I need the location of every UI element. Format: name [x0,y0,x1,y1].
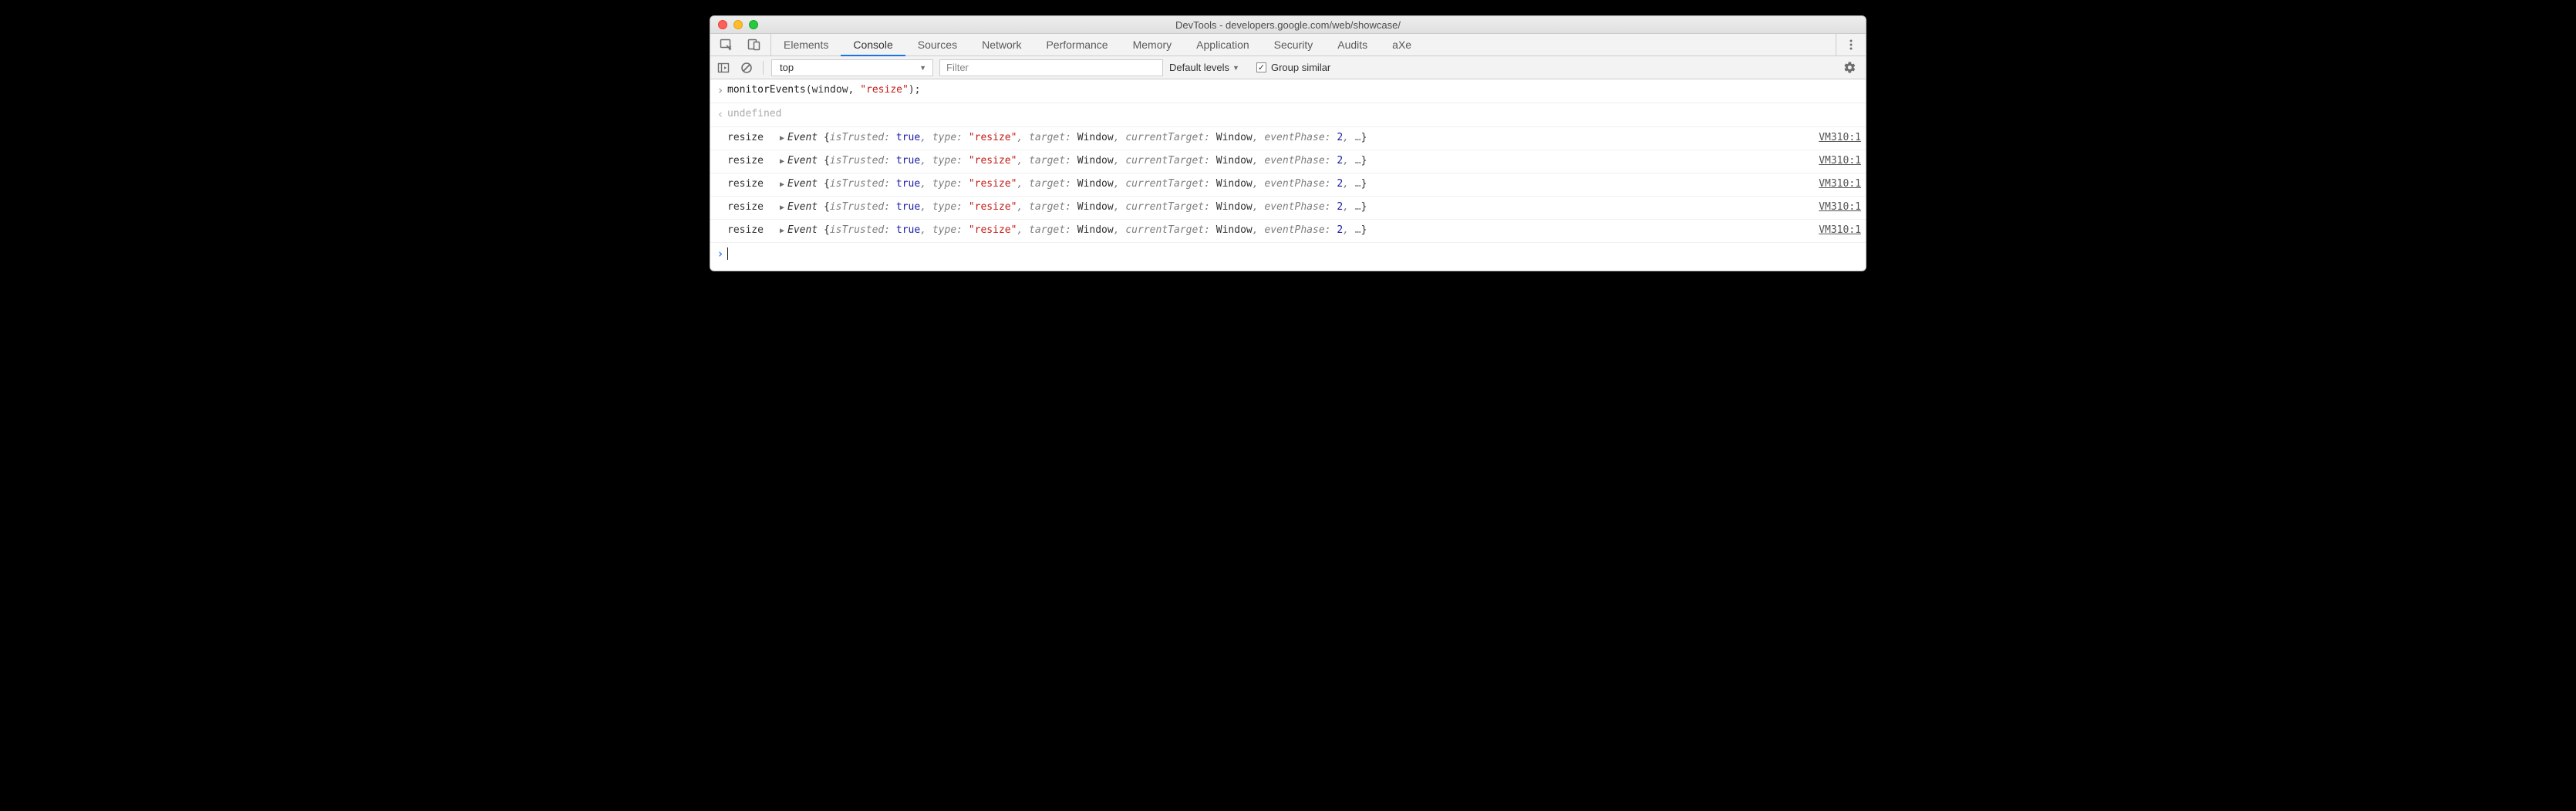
source-link[interactable]: VM310:1 [1819,153,1861,169]
console-log-row: resize▶Event {isTrusted: true, type: "re… [710,127,1866,150]
log-message[interactable]: resize▶Event {isTrusted: true, type: "re… [727,153,1809,170]
tab-application[interactable]: Application [1184,34,1262,56]
expand-object-icon[interactable]: ▶ [780,177,787,193]
panel-tabbar: ElementsConsoleSourcesNetworkPerformance… [710,34,1866,56]
group-similar-label: Group similar [1271,62,1330,73]
clear-console-icon[interactable] [738,59,755,76]
dropdown-triangle-icon: ▼ [1232,64,1239,72]
log-message[interactable]: resize▶Event {isTrusted: true, type: "re… [727,223,1809,239]
execution-context-select[interactable]: top ▼ [771,59,933,76]
filter-input[interactable] [939,59,1163,76]
console-return-value: undefined [710,103,1866,127]
traffic-lights [710,20,758,29]
console-log-row: resize▶Event {isTrusted: true, type: "re… [710,220,1866,243]
tab-console[interactable]: Console [841,34,905,56]
source-link[interactable]: VM310:1 [1819,223,1861,238]
prompt-marker-icon [713,246,727,263]
tab-network[interactable]: Network [969,34,1033,56]
tab-security[interactable]: Security [1262,34,1326,56]
group-similar-toggle[interactable]: ✓ Group similar [1256,62,1330,73]
tab-audits[interactable]: Audits [1325,34,1380,56]
console-log-row: resize▶Event {isTrusted: true, type: "re… [710,150,1866,173]
device-toolbar-icon[interactable] [746,36,763,53]
console-toolbar: top ▼ Default levels ▼ ✓ Group similar [710,56,1866,79]
more-options-icon[interactable] [1843,36,1860,53]
console-log-row: resize▶Event {isTrusted: true, type: "re… [710,173,1866,197]
zoom-window-button[interactable] [749,20,758,29]
expand-object-icon[interactable]: ▶ [780,131,787,146]
separator [763,61,764,75]
console-log-row: resize▶Event {isTrusted: true, type: "re… [710,197,1866,220]
log-message[interactable]: resize▶Event {isTrusted: true, type: "re… [727,177,1809,193]
console-input-echo: monitorEvents(window, "resize"); [710,79,1866,103]
tab-performance[interactable]: Performance [1033,34,1120,56]
source-link[interactable]: VM310:1 [1819,177,1861,192]
show-console-sidebar-icon[interactable] [715,59,732,76]
expand-object-icon[interactable]: ▶ [780,224,787,239]
execution-context-label: top [780,62,794,73]
window-title: DevTools - developers.google.com/web/sho… [1175,19,1401,31]
tab-elements[interactable]: Elements [771,34,841,56]
inspector-tools [710,34,771,56]
log-levels-select[interactable]: Default levels ▼ [1169,62,1239,73]
log-message[interactable]: resize▶Event {isTrusted: true, type: "re… [727,200,1809,216]
input-marker-icon [713,82,727,99]
source-link[interactable]: VM310:1 [1819,130,1861,146]
devtools-window: DevTools - developers.google.com/web/sho… [710,15,1866,271]
tab-sources[interactable]: Sources [905,34,969,56]
output-marker-icon [713,106,727,123]
expand-object-icon[interactable]: ▶ [780,200,787,216]
tabbar-overflow [1836,34,1866,56]
console-settings-icon[interactable] [1841,59,1858,76]
checkbox-checked-icon: ✓ [1256,62,1266,72]
source-link[interactable]: VM310:1 [1819,200,1861,215]
inspect-element-icon[interactable] [718,36,735,53]
expand-object-icon[interactable]: ▶ [780,154,787,170]
tab-memory[interactable]: Memory [1121,34,1185,56]
dropdown-triangle-icon: ▼ [919,64,926,72]
console-body: monitorEvents(window, "resize"); undefin… [710,79,1866,271]
minimize-window-button[interactable] [733,20,743,29]
close-window-button[interactable] [718,20,727,29]
console-prompt[interactable] [710,243,1866,271]
return-value: undefined [727,106,1861,122]
input-code: monitorEvents(window, "resize"); [727,82,1861,98]
log-levels-label: Default levels [1169,62,1229,73]
titlebar: DevTools - developers.google.com/web/sho… [710,16,1866,34]
tab-axe[interactable]: aXe [1380,34,1424,56]
log-message[interactable]: resize▶Event {isTrusted: true, type: "re… [727,130,1809,146]
